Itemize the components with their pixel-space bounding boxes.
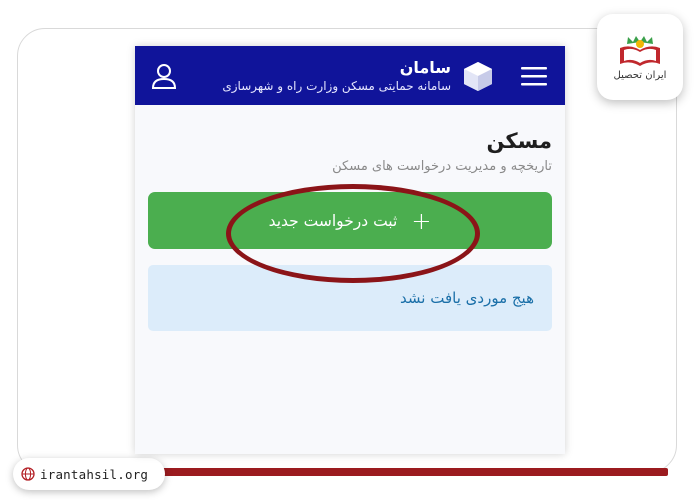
decorative-bottom-bar — [150, 468, 668, 476]
app-screen: سامان سامانه حمایتی مسکن وزارت راه و شهر… — [135, 46, 565, 454]
brand-text: سامان سامانه حمایتی مسکن وزارت راه و شهر… — [222, 58, 451, 93]
empty-state-alert: هیج موردی یافت نشد — [148, 265, 552, 331]
site-url: irantahsil.org — [40, 466, 149, 482]
app-title: سامان — [399, 58, 451, 77]
irantahsil-logo: ایران تحصیل — [597, 14, 683, 100]
hamburger-menu-icon[interactable] — [521, 65, 547, 87]
app-subtitle: سامانه حمایتی مسکن وزارت راه و شهرسازی — [222, 79, 451, 93]
user-icon[interactable] — [149, 61, 179, 91]
empty-state-text: هیج موردی یافت نشد — [400, 289, 534, 307]
main-content: مسکن تاریخچه و مدیریت درخواست های مسکن +… — [135, 129, 565, 331]
book-logo-icon — [620, 35, 660, 66]
site-url-pill: irantahsil.org — [13, 458, 165, 490]
logo-text: ایران تحصیل — [613, 69, 667, 81]
box-icon — [464, 61, 492, 91]
new-request-button[interactable]: + ثبت درخواست جدید — [148, 192, 552, 249]
screenshot-stage: ایران تحصیل irantahsil.org سامان سامانه … — [0, 0, 700, 500]
app-header: سامان سامانه حمایتی مسکن وزارت راه و شهر… — [135, 46, 565, 105]
new-request-label: ثبت درخواست جدید — [268, 211, 398, 230]
page-title: مسکن — [486, 129, 552, 153]
globe-icon — [21, 467, 35, 481]
plus-icon: + — [411, 206, 432, 235]
brand: سامان سامانه حمایتی مسکن وزارت راه و شهر… — [222, 58, 547, 93]
page-subtitle: تاریخچه و مدیریت درخواست های مسکن — [332, 159, 552, 174]
